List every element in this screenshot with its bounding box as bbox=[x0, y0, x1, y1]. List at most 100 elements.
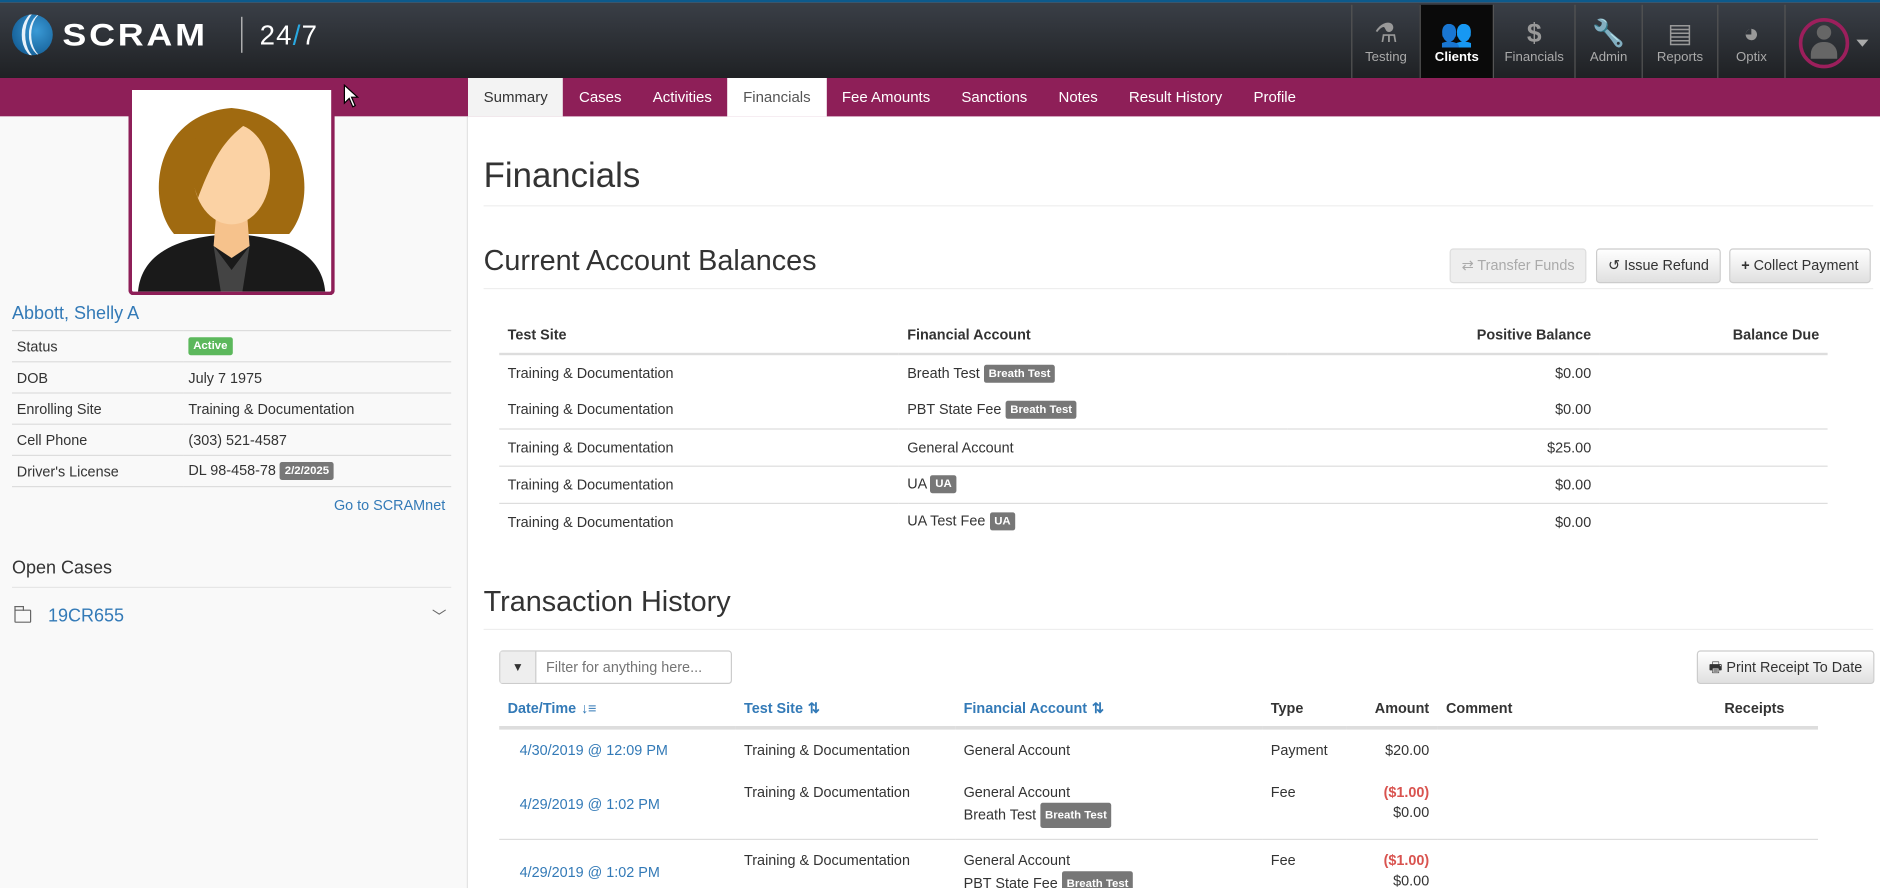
undo-icon: ↺ bbox=[1608, 256, 1621, 274]
info-value: (303) 521-4587 bbox=[183, 423, 452, 456]
nav-label: Testing bbox=[1365, 50, 1407, 65]
divider bbox=[12, 586, 452, 588]
caret-down-icon bbox=[1855, 39, 1868, 47]
column-header: Test Site bbox=[499, 315, 899, 356]
wrench-icon: 🔧 bbox=[1592, 18, 1626, 48]
comment bbox=[1437, 838, 1717, 888]
transfer-icon: ⇄ bbox=[1461, 256, 1474, 274]
tab-financials[interactable]: Financials bbox=[727, 78, 827, 117]
transaction-row: 4/29/2019 @ 1:02 PM Training & Documentat… bbox=[499, 838, 1819, 888]
positive-balance: $0.00 bbox=[1287, 465, 1600, 503]
test-site: Training & Documentation bbox=[499, 353, 899, 392]
amount-value: $0.00 bbox=[1393, 871, 1430, 888]
folder-icon bbox=[13, 606, 32, 623]
financial-account: General Account Breath Test Breath Test bbox=[955, 771, 1262, 839]
divider bbox=[483, 205, 1874, 207]
test-site: Training & Documentation bbox=[735, 838, 956, 888]
main-nav: ⚗ Testing 👥 Clients $ Financials 🔧 Admin ▤ Re… bbox=[1351, 4, 1880, 81]
tab-summary[interactable]: Summary bbox=[468, 78, 564, 117]
positive-balance: $0.00 bbox=[1287, 353, 1600, 392]
sub-account: PBT State Fee Breath Test bbox=[964, 870, 1254, 888]
chevron-down-icon[interactable]: ﹀ bbox=[432, 606, 446, 626]
transaction-type: Fee bbox=[1262, 838, 1347, 888]
transaction-date-link[interactable]: 4/30/2019 @ 12:09 PM bbox=[499, 726, 736, 772]
page-title: Financials bbox=[483, 157, 641, 196]
issue-refund-button[interactable]: ↺ Issue Refund bbox=[1596, 248, 1721, 284]
case-item[interactable]: 19CR655 ﹀ bbox=[12, 606, 451, 626]
test-site: Training & Documentation bbox=[507, 401, 674, 418]
print-receipt-button[interactable]: 🖶 Print Receipt To Date bbox=[1696, 650, 1875, 684]
sub-account: Breath Test Breath Test bbox=[964, 802, 1254, 828]
info-row-dob: DOB July 7 1975 bbox=[12, 361, 452, 394]
amount-value: $0.00 bbox=[1393, 803, 1430, 821]
scram-logo[interactable]: SCRAM 24/7 bbox=[12, 14, 319, 56]
button-label: Transfer Funds bbox=[1477, 256, 1575, 274]
account-name: UA Test Fee bbox=[907, 512, 986, 530]
column-label: Financial Account bbox=[963, 699, 1088, 717]
balance-due bbox=[1599, 353, 1828, 392]
info-label: Driver's License bbox=[12, 454, 184, 488]
nav-admin[interactable]: 🔧 Admin bbox=[1574, 4, 1641, 81]
tab-fee-amounts[interactable]: Fee Amounts bbox=[826, 78, 946, 116]
transaction-date-link[interactable]: 4/29/2019 @ 1:02 PM bbox=[499, 771, 735, 839]
sort-financial-account[interactable]: Financial Account ⇅ bbox=[955, 690, 1263, 730]
transfer-funds-button[interactable]: ⇄ Transfer Funds bbox=[1449, 248, 1587, 284]
filter-input[interactable] bbox=[536, 651, 729, 683]
client-name[interactable]: Abbott, Shelly A bbox=[12, 304, 139, 324]
case-number[interactable]: 19CR655 bbox=[48, 606, 124, 626]
document-icon: ▤ bbox=[1667, 18, 1693, 48]
tab-notes[interactable]: Notes bbox=[1043, 78, 1113, 116]
balances-heading: Current Account Balances bbox=[483, 244, 817, 278]
column-header: Positive Balance bbox=[1287, 315, 1600, 356]
transaction-date-link[interactable]: 4/29/2019 @ 1:02 PM bbox=[499, 838, 736, 888]
nav-testing[interactable]: ⚗ Testing bbox=[1351, 4, 1419, 81]
financial-account: PBT State Fee Breath Test bbox=[899, 391, 1288, 428]
collect-payment-button[interactable]: + Collect Payment bbox=[1729, 248, 1871, 284]
product-7: 7 bbox=[301, 18, 319, 50]
product-24: 24 bbox=[259, 18, 293, 50]
account-tag: Breath Test bbox=[1005, 400, 1077, 419]
user-menu[interactable] bbox=[1784, 4, 1880, 81]
nav-financials[interactable]: $ Financials bbox=[1492, 4, 1575, 81]
receipts bbox=[1716, 838, 1819, 888]
balance-row: Training & Documentation UA UA $0.00 bbox=[499, 465, 1828, 503]
account-name: Breath Test bbox=[907, 364, 980, 381]
client-sidebar: Abbott, Shelly A Status Active DOB July 7 … bbox=[0, 90, 469, 888]
go-to-scramnet-link[interactable]: Go to SCRAMnet bbox=[334, 497, 445, 514]
nav-reports[interactable]: ▤ Reports bbox=[1641, 4, 1718, 81]
nav-label: Financials bbox=[1504, 50, 1564, 65]
account-tag: Breath Test bbox=[1061, 870, 1134, 888]
sort-test-site[interactable]: Test Site ⇅ bbox=[735, 690, 956, 730]
column-header: Receipts bbox=[1716, 690, 1819, 730]
dashboard-icon: ◕ bbox=[1743, 18, 1760, 48]
brand-name: SCRAM bbox=[62, 16, 208, 53]
users-icon: 👥 bbox=[1440, 18, 1474, 48]
client-photo bbox=[128, 90, 335, 296]
balance-due bbox=[1599, 465, 1828, 503]
account-name: General Account bbox=[907, 438, 1014, 456]
info-row-enrolling-site: Enrolling Site Training & Documentation bbox=[12, 392, 452, 425]
column-header: Financial Account bbox=[898, 315, 1288, 356]
table-header: Date/Time ↓≡ Test Site ⇅ Financial Account… bbox=[499, 690, 1819, 730]
info-row-cell-phone: Cell Phone (303) 521-4587 bbox=[12, 423, 452, 456]
nav-label: Admin bbox=[1589, 50, 1628, 65]
column-label: Test Site bbox=[744, 699, 803, 717]
test-site: Training & Documentation bbox=[499, 465, 899, 503]
tab-cases[interactable]: Cases bbox=[563, 78, 637, 116]
tab-result-history[interactable]: Result History bbox=[1113, 78, 1238, 116]
info-label: Cell Phone bbox=[12, 423, 184, 456]
account-tag: Breath Test bbox=[1040, 802, 1112, 828]
column-header: Balance Due bbox=[1599, 315, 1828, 356]
balance-row: Training & Documentation PBT State Fee Br… bbox=[499, 391, 1827, 428]
account-name: General Account bbox=[963, 851, 1071, 869]
nav-clients[interactable]: 👥 Clients bbox=[1419, 4, 1493, 81]
product-name: 24/7 bbox=[260, 19, 319, 51]
tab-sanctions[interactable]: Sanctions bbox=[946, 78, 1043, 116]
nav-optix[interactable]: ◕ Optix bbox=[1717, 4, 1784, 81]
info-row-status: Status Active bbox=[12, 330, 452, 362]
sort-date[interactable]: Date/Time ↓≡ bbox=[499, 690, 736, 730]
logo-divider bbox=[241, 16, 243, 53]
transaction-history-heading: Transaction History bbox=[483, 585, 731, 618]
tab-activities[interactable]: Activities bbox=[637, 78, 727, 116]
tab-profile[interactable]: Profile bbox=[1238, 78, 1312, 116]
